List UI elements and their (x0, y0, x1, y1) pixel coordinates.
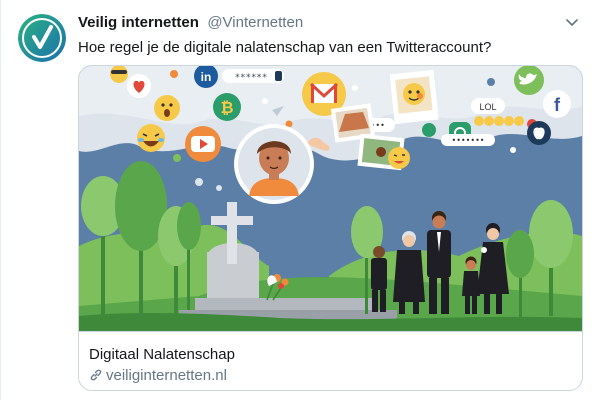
svg-text:₿: ₿ (220, 98, 233, 117)
chevron-down-icon[interactable] (564, 14, 580, 30)
wink-emoji (388, 147, 410, 169)
author-name[interactable]: Veilig internetten (78, 14, 199, 31)
password-mask: ****** (235, 73, 268, 83)
card-domain[interactable]: veiliginternetten.nl (89, 367, 227, 384)
card-domain-text[interactable]: veiliginternetten.nl (106, 367, 227, 384)
link-card[interactable]: in ****** ₿ LOL f ••••••• Digitaal Nalat… (78, 65, 583, 391)
svg-text:f: f (554, 95, 561, 115)
linkedin-label: in (201, 70, 212, 84)
facebook-icon: f (543, 90, 571, 118)
tweet-header: Veilig internetten @Vinternetten (78, 14, 580, 34)
timeline-divider (0, 0, 1, 400)
link-icon (90, 369, 102, 381)
twitter-icon (514, 66, 544, 95)
lol-label: LOL (479, 102, 496, 112)
message-mask: ••••••• (451, 136, 484, 145)
card-illustration[interactable]: in ****** ₿ LOL f ••••••• (79, 66, 582, 331)
heart-icon (127, 74, 151, 98)
lol-bubble: LOL (471, 98, 505, 114)
verified-checkmark-logo (18, 14, 66, 62)
tweet-text: Hoe regel je de digitale nalatenschap va… (78, 39, 492, 56)
avatar[interactable] (18, 14, 66, 62)
surprised-emoji (154, 95, 180, 121)
card-footer[interactable]: Digitaal Nalatenschap veiliginternetten.… (79, 331, 582, 390)
apple-icon (527, 121, 551, 145)
tweet: Veilig internetten @Vinternetten Hoe reg… (0, 0, 600, 400)
bitcoin-icon: ₿ (213, 93, 241, 121)
portrait-bubble (234, 124, 314, 204)
password-field: ****** (222, 69, 284, 83)
card-title[interactable]: Digitaal Nalatenschap (89, 346, 235, 363)
photo-emoji-card (389, 69, 439, 125)
emoji-row (474, 116, 524, 126)
message-bubble: ••••••• (441, 134, 495, 146)
youtube-icon (185, 126, 221, 162)
author-handle[interactable]: @Vinternetten (207, 14, 303, 31)
laughing-emoji (137, 124, 165, 152)
